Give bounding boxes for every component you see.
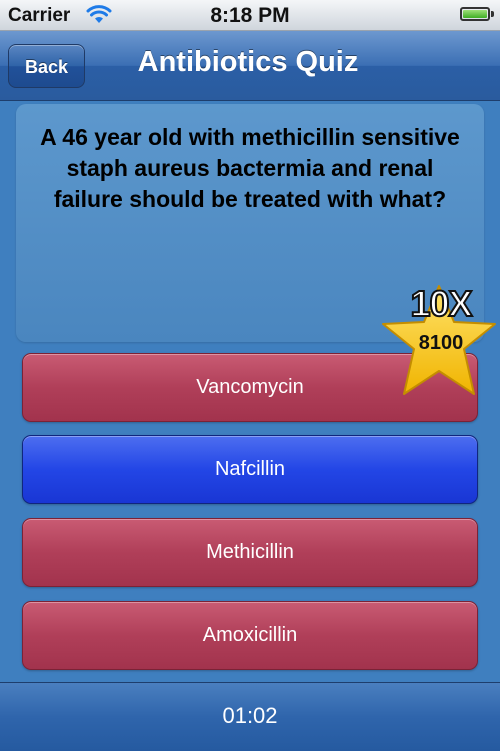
score-multiplier: 10X: [409, 282, 473, 325]
question-text: A 46 year old with methicillin sensitive…: [40, 124, 460, 212]
answer-button-amoxicillin[interactable]: Amoxicillin: [22, 601, 478, 670]
bottom-bar: 01:02: [0, 682, 500, 751]
timer: 01:02: [222, 703, 278, 728]
nav-bar: Back Antibiotics Quiz: [0, 31, 500, 101]
score-value: 8100: [418, 332, 464, 354]
battery-tip: [491, 11, 494, 17]
page-title: Antibiotics Quiz: [137, 46, 359, 78]
answer-button-methicillin[interactable]: Methicillin: [22, 518, 478, 587]
status-time: 8:18 PM: [210, 4, 290, 27]
answer-button-nafcillin[interactable]: Nafcillin: [22, 435, 478, 504]
battery-fill: [463, 10, 487, 18]
back-button[interactable]: Back: [8, 44, 85, 88]
status-bar: Carrier 8:18 PM: [0, 0, 500, 31]
battery-icon: [460, 7, 490, 21]
